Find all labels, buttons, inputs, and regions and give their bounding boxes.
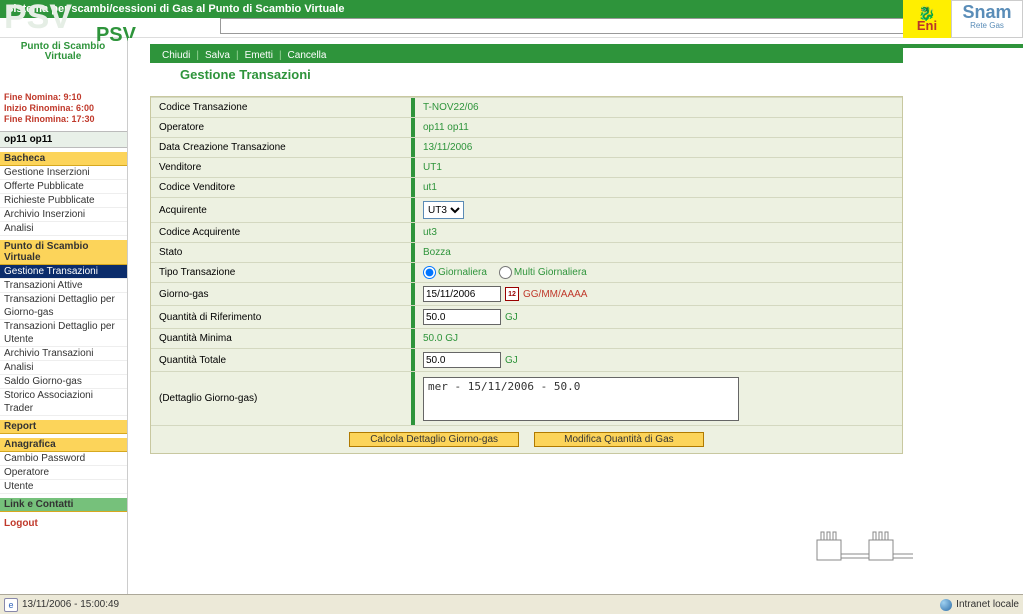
menu-psv: Punto di Scambio Virtuale Gestione Trans…	[0, 240, 127, 416]
menu-item[interactable]: Cambio Password	[0, 452, 127, 466]
quantita-tot-input[interactable]	[423, 352, 501, 368]
status-bar: e 13/11/2006 - 15:00:49 Intranet locale	[0, 594, 1023, 614]
menu-item[interactable]: Transazioni Attive	[0, 279, 127, 293]
label-dettaglio: (Dettaglio Giorno-gas)	[151, 390, 411, 407]
cancella-button[interactable]: Cancella	[288, 50, 327, 61]
emetti-button[interactable]: Emetti	[245, 50, 273, 61]
menu-item[interactable]: Utente	[0, 480, 127, 494]
menu-head-link[interactable]: Link e Contatti	[0, 498, 127, 512]
calendar-icon[interactable]: 12	[505, 287, 519, 301]
date-format-hint: GG/MM/AAAA	[523, 289, 587, 300]
menu-head-bacheca: Bacheca	[0, 152, 127, 166]
menu-item[interactable]: Gestione Inserzioni	[0, 166, 127, 180]
sidebar: PSV PSV Punto di Scambio Virtuale Fine N…	[0, 38, 128, 594]
snam-logo: Snam Rete Gas	[951, 0, 1023, 38]
action-bar: Chiudi| Salva| Emetti| Cancella	[150, 48, 903, 63]
menu-item[interactable]: Saldo Giorno-gas	[0, 375, 127, 389]
menu-item[interactable]: Richieste Pubblicate	[0, 194, 127, 208]
menu-item[interactable]: Offerte Pubblicate	[0, 180, 127, 194]
status-zone: Intranet locale	[956, 599, 1019, 610]
label-data-creazione: Data Creazione Transazione	[151, 139, 411, 156]
menu-item[interactable]: Archivio Inserzioni	[0, 208, 127, 222]
menu-item[interactable]: Transazioni Dettaglio per Utente	[0, 320, 127, 347]
label-operatore: Operatore	[151, 119, 411, 136]
value-codice-acquirente: ut3	[415, 224, 902, 241]
label-stato: Stato	[151, 244, 411, 261]
globe-icon	[940, 599, 952, 611]
unit-gj: GJ	[505, 312, 518, 323]
status-datetime: 13/11/2006 - 15:00:49	[22, 599, 119, 610]
acquirente-select[interactable]: UT3	[423, 201, 464, 219]
fine-nomina: Fine Nomina: 9:10	[4, 92, 123, 103]
page-title: Gestione Transazioni	[150, 63, 1023, 92]
main-content: Chiudi| Salva| Emetti| Cancella Gestione…	[150, 38, 1023, 594]
label-codice-transazione: Codice Transazione	[151, 99, 411, 116]
value-data-creazione: 13/11/2006	[415, 139, 902, 156]
brand-logos: 🐉 Eni Snam Rete Gas	[903, 0, 1023, 38]
quantita-rif-input[interactable]	[423, 309, 501, 325]
value-quantita-min: 50.0 GJ	[415, 330, 902, 347]
unit-gj: GJ	[505, 355, 518, 366]
form-panel: Codice TransazioneT-NOV22/06 Operatoreop…	[150, 96, 903, 454]
menu-head-report[interactable]: Report	[0, 420, 127, 434]
label-venditore: Venditore	[151, 159, 411, 176]
menu-item[interactable]: Analisi	[0, 222, 127, 236]
menu-bacheca: Bacheca Gestione Inserzioni Offerte Pubb…	[0, 152, 127, 236]
value-codice-transazione: T-NOV22/06	[415, 99, 902, 116]
menu-item[interactable]: Operatore	[0, 466, 127, 480]
menu-item[interactable]: Archivio Transazioni	[0, 347, 127, 361]
label-codice-acquirente: Codice Acquirente	[151, 224, 411, 241]
radio-giornaliera[interactable]: Giornaliera	[423, 266, 487, 279]
logout-link[interactable]: Logout	[0, 516, 127, 531]
value-venditore: UT1	[415, 159, 902, 176]
pipeline-decoration	[813, 526, 913, 564]
top-input[interactable]	[220, 18, 980, 34]
user-label: op11 op11	[0, 131, 127, 148]
value-operatore: op11 op11	[415, 119, 902, 136]
menu-item[interactable]: Storico Associazioni Trader	[0, 389, 127, 416]
giorno-gas-input[interactable]	[423, 286, 501, 302]
divider-rail	[128, 38, 150, 594]
menu-item[interactable]: Analisi	[0, 361, 127, 375]
ie-icon: e	[4, 598, 18, 612]
radio-multi-giornaliera[interactable]: Multi Giornaliera	[499, 266, 587, 279]
menu-head-anagrafica: Anagrafica	[0, 438, 127, 452]
timer-info: Fine Nomina: 9:10 Inizio Rinomina: 6:00 …	[0, 90, 127, 127]
menu-head-psv: Punto di Scambio Virtuale	[0, 240, 127, 265]
menu-anagrafica: Anagrafica Cambio Password Operatore Ute…	[0, 438, 127, 494]
label-giorno-gas: Giorno-gas	[151, 286, 411, 303]
menu-item-gestione-transazioni[interactable]: Gestione Transazioni	[0, 265, 127, 279]
label-tipo-transazione: Tipo Transazione	[151, 264, 411, 281]
button-row: Calcola Dettaglio Giorno-gas Modifica Qu…	[151, 425, 902, 453]
label-quantita-rif: Quantità di Riferimento	[151, 309, 411, 326]
label-quantita-min: Quantità Minima	[151, 330, 411, 347]
value-stato: Bozza	[415, 244, 902, 261]
dettaglio-textarea[interactable]: mer - 15/11/2006 - 50.0	[423, 377, 739, 421]
value-codice-venditore: ut1	[415, 179, 902, 196]
inizio-rinomina: Inizio Rinomina: 6:00	[4, 103, 123, 114]
menu-item[interactable]: Transazioni Dettaglio per Giorno-gas	[0, 293, 127, 320]
modifica-button[interactable]: Modifica Quantità di Gas	[534, 432, 704, 447]
salva-button[interactable]: Salva	[205, 50, 230, 61]
label-quantita-tot: Quantità Totale	[151, 352, 411, 369]
chiudi-button[interactable]: Chiudi	[162, 50, 190, 61]
label-codice-venditore: Codice Venditore	[151, 179, 411, 196]
label-acquirente: Acquirente	[151, 202, 411, 219]
fine-rinomina: Fine Rinomina: 17:30	[4, 114, 123, 125]
calcola-button[interactable]: Calcola Dettaglio Giorno-gas	[349, 432, 519, 447]
eni-logo: 🐉 Eni	[903, 0, 951, 38]
